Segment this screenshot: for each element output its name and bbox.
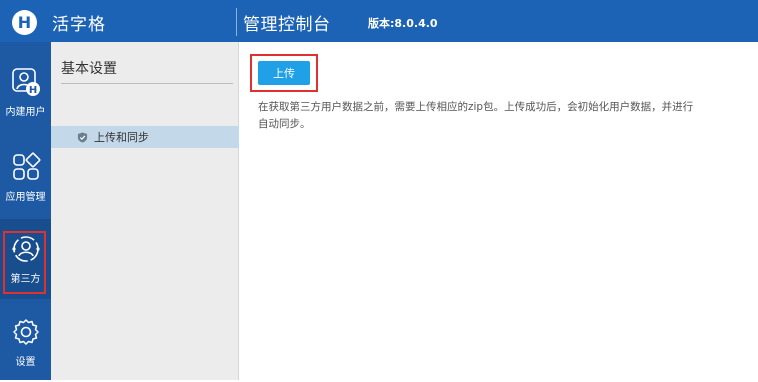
nav-label: 应用管理 bbox=[5, 191, 46, 203]
version-label: 版本:8.0.4.0 bbox=[368, 17, 438, 30]
page-title: 管理控制台 bbox=[243, 15, 331, 35]
nav-label: 设置 bbox=[15, 356, 36, 368]
builtin-user-icon: H bbox=[11, 67, 40, 96]
header-divider bbox=[236, 8, 237, 36]
top-bar: H 活字格 管理控制台 版本:8.0.4.0 bbox=[0, 0, 758, 42]
highlight-third-party bbox=[3, 231, 46, 294]
highlight-upload-button bbox=[250, 54, 318, 92]
nav-item-builtin-users[interactable]: H 内建用户 bbox=[0, 52, 51, 132]
app-name: 活字格 bbox=[52, 15, 106, 35]
nav-item-app-management[interactable]: 应用管理 bbox=[0, 137, 51, 217]
app-grid-icon bbox=[12, 152, 40, 180]
left-nav: H 内建用户 应用管理 第三方 设置 bbox=[0, 42, 51, 380]
logo-icon: H bbox=[12, 10, 37, 35]
sub-nav: 基本设置 上传和同步 bbox=[51, 42, 239, 380]
nav-item-settings[interactable]: 设置 bbox=[0, 302, 51, 382]
shield-icon bbox=[77, 131, 88, 143]
subnav-item-upload-sync[interactable]: 上传和同步 bbox=[51, 126, 239, 148]
subnav-item-label: 上传和同步 bbox=[94, 131, 149, 144]
subnav-title: 基本设置 bbox=[61, 58, 233, 84]
brand: H 活字格 bbox=[0, 0, 240, 42]
nav-label: 内建用户 bbox=[5, 106, 46, 118]
gear-icon bbox=[12, 318, 39, 345]
upload-description: 在获取第三方用户数据之前，需要上传相应的zip包。上传成功后，会初始化用户数据，… bbox=[258, 101, 694, 130]
main-content: 上传 在获取第三方用户数据之前，需要上传相应的zip包。上传成功后，会初始化用户… bbox=[240, 42, 758, 380]
svg-text:H: H bbox=[28, 85, 36, 96]
